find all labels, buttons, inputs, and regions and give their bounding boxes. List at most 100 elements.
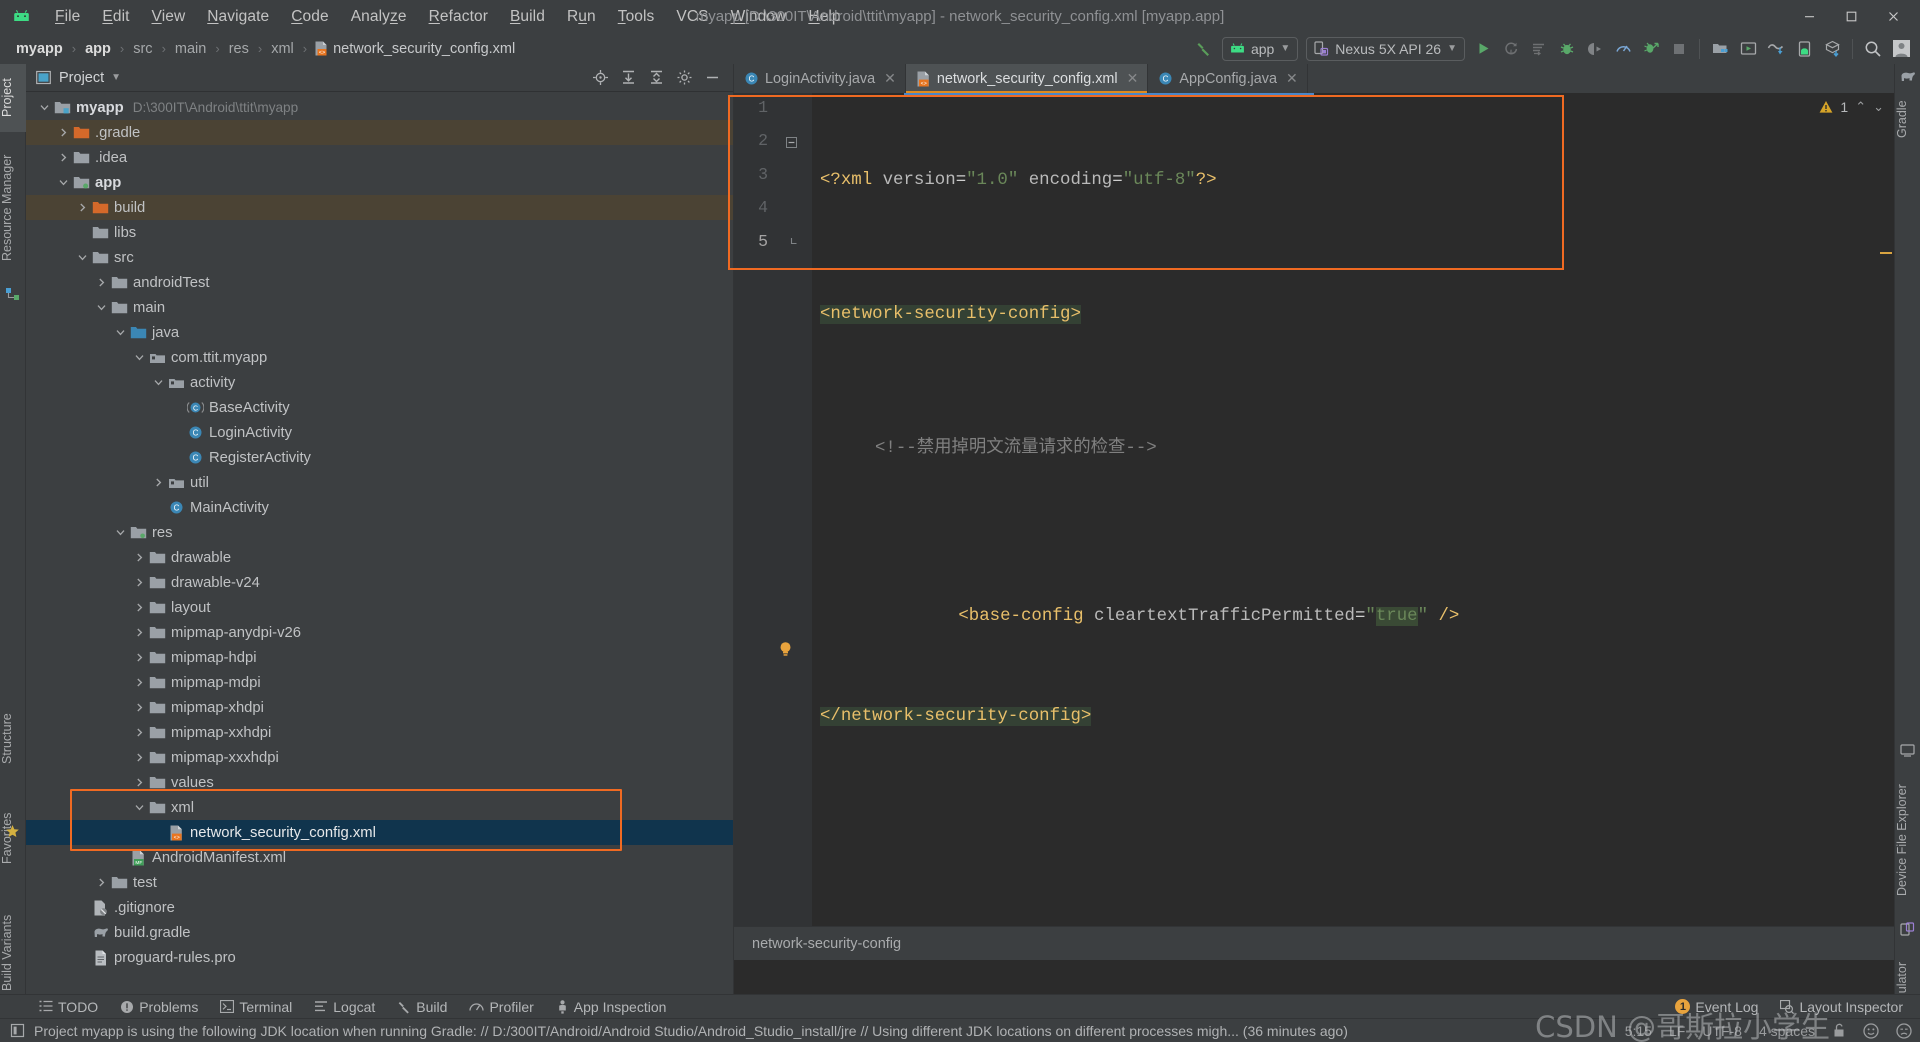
file-encoding[interactable]: UTF-8 [1702, 1023, 1742, 1039]
avatar[interactable] [1888, 36, 1914, 62]
breadcrumb-xml[interactable]: xml [269, 41, 296, 57]
editor-tab-appconfig-java[interactable]: C AppConfig.java ✕ [1148, 64, 1308, 93]
chevron-down-icon[interactable] [131, 353, 148, 362]
attach-debugger-button[interactable] [1582, 36, 1608, 62]
chevron-down-icon[interactable] [74, 253, 91, 262]
tree-node-values[interactable]: values [26, 770, 733, 795]
tree-node--idea[interactable]: .idea [26, 145, 733, 170]
tool-window-gradle[interactable]: Gradle [1895, 88, 1920, 150]
fold-marker-open[interactable] [786, 137, 797, 148]
tree-node-registeractivity[interactable]: C RegisterActivity [26, 445, 733, 470]
unlocked-icon[interactable] [1832, 1023, 1846, 1038]
chevron-down-icon[interactable] [150, 378, 167, 387]
close-tab-icon[interactable]: ✕ [1127, 70, 1139, 87]
maximize-button[interactable] [1830, 0, 1872, 33]
apply-changes-button[interactable] [1638, 36, 1664, 62]
tool-window-todo[interactable]: TODO [28, 995, 109, 1019]
tool-window-event-log[interactable]: 1 Event Log [1664, 995, 1769, 1019]
line-separator[interactable]: LF [1669, 1023, 1685, 1039]
chevron-right-icon[interactable] [93, 878, 110, 887]
search-everywhere-button[interactable] [1860, 36, 1886, 62]
menu-build[interactable]: Build [499, 5, 556, 29]
tool-window-device-file-explorer[interactable]: Device File Explorer [1895, 764, 1920, 916]
tool-window-resource-manager[interactable]: Resource Manager [0, 138, 26, 278]
tree-node--gitignore[interactable]: .gitignore [26, 895, 733, 920]
editor-tab-network-security-config-xml[interactable]: <> network_security_config.xml ✕ [905, 64, 1149, 93]
tree-node-util[interactable]: util [26, 470, 733, 495]
tree-node-network-security-config-xml[interactable]: <> network_security_config.xml [26, 820, 733, 845]
build-hammer-icon[interactable] [1191, 36, 1217, 62]
status-message[interactable]: Project myapp is using the following JDK… [34, 1023, 1348, 1039]
stop-button[interactable] [1666, 36, 1692, 62]
sdk-manager-button[interactable] [1707, 36, 1733, 62]
chevron-right-icon[interactable] [131, 728, 148, 737]
breadcrumb-myapp[interactable]: myapp [14, 41, 65, 57]
chevron-right-icon[interactable] [55, 153, 72, 162]
menu-navigate[interactable]: Navigate [196, 5, 280, 29]
tree-node-mipmap-xxhdpi[interactable]: mipmap-xxhdpi [26, 720, 733, 745]
menu-view[interactable]: View [141, 5, 197, 29]
breadcrumb-file[interactable]: <> network_security_config.xml [314, 41, 515, 57]
tree-node-androidmanifest-xml[interactable]: MF AndroidManifest.xml [26, 845, 733, 870]
breadcrumb-app[interactable]: app [83, 41, 113, 57]
chevron-down-icon[interactable] [131, 803, 148, 812]
run-button[interactable] [1470, 36, 1496, 62]
chevron-right-icon[interactable] [74, 203, 91, 212]
code-lines[interactable]: <?xml version="1.0" encoding="utf-8"?> <… [780, 93, 1894, 960]
menu-edit[interactable]: Edit [91, 5, 140, 29]
tree-node-layout[interactable]: layout [26, 595, 733, 620]
menu-refactor[interactable]: Refactor [418, 5, 499, 29]
settings-gear-icon[interactable] [671, 65, 697, 91]
structure-small-icon[interactable] [5, 286, 21, 302]
tree-node-baseactivity[interactable]: C BaseActivity [26, 395, 733, 420]
chevron-right-icon[interactable] [131, 778, 148, 787]
chevron-right-icon[interactable] [131, 628, 148, 637]
device-manager-button[interactable] [1791, 36, 1817, 62]
module-selector[interactable]: app ▼ [1221, 36, 1299, 61]
avd-manager-button[interactable] [1735, 36, 1761, 62]
chevron-right-icon[interactable] [131, 703, 148, 712]
chevron-right-icon[interactable] [131, 653, 148, 662]
select-opened-file-icon[interactable] [587, 65, 613, 91]
project-tree[interactable]: myapp D:\300IT\Android\ttit\myapp .gradle.… [26, 92, 733, 994]
menu-file[interactable]: File [44, 5, 91, 29]
chevron-right-icon[interactable] [131, 753, 148, 762]
gradle-sync-button[interactable] [1819, 36, 1845, 62]
chevron-down-icon[interactable]: ▼ [111, 72, 121, 83]
tree-node-myapp[interactable]: myapp D:\300IT\Android\ttit\myapp [26, 95, 733, 120]
tree-node-mainactivity[interactable]: C MainActivity [26, 495, 733, 520]
tree-node-proguard-rules-pro[interactable]: proguard-rules.pro [26, 945, 733, 970]
profiler-button[interactable] [1610, 36, 1636, 62]
expand-all-icon[interactable] [615, 65, 641, 91]
chevron-right-icon[interactable] [131, 603, 148, 612]
tool-window-structure[interactable]: Structure [0, 694, 26, 784]
chevron-right-icon[interactable] [131, 578, 148, 587]
editor-marker-strip[interactable] [1878, 122, 1894, 926]
chevron-right-icon[interactable] [55, 128, 72, 137]
menu-analyze[interactable]: Analyze [340, 5, 418, 29]
chevron-down-icon[interactable] [55, 178, 72, 187]
tool-window-problems[interactable]: Problems [109, 995, 209, 1019]
caret-position[interactable]: 5:15 [1625, 1023, 1652, 1039]
warning-marker[interactable] [1880, 252, 1892, 254]
tree-node-java[interactable]: java [26, 320, 733, 345]
tool-window-project[interactable]: Project [0, 64, 26, 132]
editor-breadcrumb-label[interactable]: network-security-config [752, 936, 901, 952]
tree-node-androidtest[interactable]: androidTest [26, 270, 733, 295]
run-with-coverage-button[interactable] [1526, 36, 1552, 62]
breadcrumb-main[interactable]: main [173, 41, 208, 57]
collapse-all-icon[interactable] [643, 65, 669, 91]
tree-node-mipmap-mdpi[interactable]: mipmap-mdpi [26, 670, 733, 695]
indent-setting[interactable]: 4 spaces [1759, 1023, 1815, 1039]
minimize-button[interactable] [1788, 0, 1830, 33]
status-notification-icon[interactable] [10, 1023, 25, 1038]
tree-node-drawable-v24[interactable]: drawable-v24 [26, 570, 733, 595]
breadcrumb-src[interactable]: src [131, 41, 154, 57]
tool-window-layout-inspector[interactable]: Layout Inspector [1769, 995, 1914, 1019]
chevron-down-icon[interactable] [93, 303, 110, 312]
editor-gutter[interactable]: 1 2 3 4 5 [734, 93, 812, 960]
editor-tab-loginactivity-java[interactable]: C LoginActivity.java ✕ [734, 64, 906, 93]
chevron-right-icon[interactable] [131, 553, 148, 562]
tree-node--gradle[interactable]: .gradle [26, 120, 733, 145]
inspection-widget[interactable]: 1 ⌃ ⌄ [1819, 99, 1884, 115]
